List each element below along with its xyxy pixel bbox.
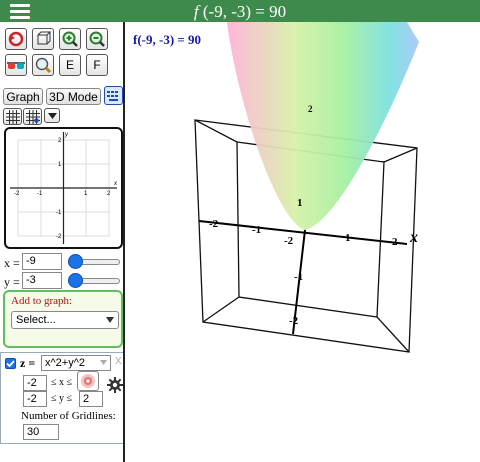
function-expression: x^2+y^2 (45, 357, 85, 369)
function-name: z = (20, 356, 36, 370)
plot-x-tick: -1 (252, 224, 261, 236)
mini-graph[interactable]: -2 -1 1 2 2 1 -1 -2 x y (4, 127, 123, 249)
zoom-out-icon[interactable] (86, 28, 108, 50)
sidebar: E F Graph 3D Mode -2 -1 1 2 2 1 -1 -2 x … (0, 22, 125, 462)
plot-x-tick: 1 (345, 232, 351, 244)
y-min-input[interactable]: -2 (23, 391, 47, 407)
rotate-cube-icon[interactable] (32, 28, 54, 50)
x-var-label: x = (4, 256, 20, 270)
mini-y-tick: 1 (58, 162, 62, 168)
mini-y-axis-label: y (64, 132, 69, 138)
plot-origin-label: -2 (284, 235, 294, 247)
function-panel: z = x^2+y^2 X -2 ≤ x ≤ -2 ≤ y ≤ 2 Number… (0, 352, 123, 444)
mini-x-tick: 1 (84, 191, 88, 197)
y-slider-knob[interactable] (68, 273, 83, 288)
add-to-graph-select[interactable]: Select... (11, 311, 119, 329)
plot-y-tick: 1 (297, 197, 303, 209)
add-to-graph-panel: Add to graph: Select... (3, 290, 123, 348)
mini-y-tick: 2 (58, 138, 62, 144)
gridlines-input[interactable]: 30 (23, 424, 59, 440)
mini-x-axis-label: x (113, 181, 118, 187)
y-var-label: y = (4, 275, 20, 289)
function-expression-input[interactable]: x^2+y^2 (41, 355, 111, 371)
keyboard-icon[interactable] (104, 86, 123, 105)
add-to-graph-select-value: Select... (16, 314, 56, 326)
title-args: (-9, -3) = 90 (198, 2, 287, 21)
mini-y-tick: -1 (56, 210, 62, 216)
mini-x-tick: 2 (107, 191, 111, 197)
x-min-input[interactable]: -2 (23, 375, 47, 391)
f-button[interactable]: F (86, 54, 108, 76)
x-range-label: ≤ x ≤ (51, 377, 72, 388)
reset-view-icon[interactable] (5, 28, 27, 50)
zoom-box-icon[interactable] (32, 54, 54, 76)
mini-x-tick: -2 (14, 191, 20, 197)
zoom-in-icon[interactable] (59, 28, 81, 50)
chevron-down-icon (106, 317, 114, 323)
y-value-input[interactable]: -3 (22, 272, 62, 289)
color-picker-icon[interactable] (77, 371, 99, 391)
plot-x-tick: 2 (392, 236, 398, 248)
settings-gear-icon[interactable] (107, 377, 123, 393)
plot-z-tick: 2 (308, 104, 313, 114)
plot-x-tick: -2 (209, 218, 219, 230)
x-value-input[interactable]: -9 (22, 253, 62, 270)
y-range-label: ≤ y ≤ (51, 393, 72, 404)
plot-area[interactable]: f(-9, -3) = 90 -2 -1 1 2 -2 1 -1 -2 2 x (127, 22, 480, 462)
evaluation-text: f(-9, -3) = 90 (133, 32, 202, 47)
mini-y-tick: -2 (56, 234, 62, 240)
plot-y-tick: -2 (289, 315, 299, 327)
graph-button[interactable]: Graph (3, 88, 43, 105)
page-title: f (-9, -3) = 90 (0, 2, 480, 22)
e-button[interactable]: E (59, 54, 81, 76)
3d-plot: -2 -1 1 2 -2 1 -1 -2 2 x (194, 22, 419, 353)
top-bar: f (-9, -3) = 90 (0, 0, 480, 22)
add-to-graph-label: Add to graph: (11, 295, 73, 307)
x-slider-knob[interactable] (68, 254, 83, 269)
grid-point-icon[interactable] (23, 108, 42, 125)
chevron-down-icon[interactable] (44, 108, 60, 123)
plot-x-axis-label: x (409, 229, 418, 246)
gridlines-label: Number of Gridlines: (21, 410, 116, 422)
remove-function-button[interactable]: X (115, 356, 122, 367)
paraboloid-surface (227, 22, 419, 230)
chevron-down-icon (100, 360, 107, 365)
grid-icon[interactable] (3, 108, 22, 125)
y-max-input[interactable]: 2 (79, 391, 103, 407)
3d-mode-button[interactable]: 3D Mode (46, 88, 101, 105)
mini-x-tick: -1 (37, 191, 43, 197)
plot-y-tick: -1 (294, 271, 303, 283)
function-checkbox[interactable] (5, 358, 16, 369)
3d-glasses-icon[interactable] (5, 54, 27, 76)
